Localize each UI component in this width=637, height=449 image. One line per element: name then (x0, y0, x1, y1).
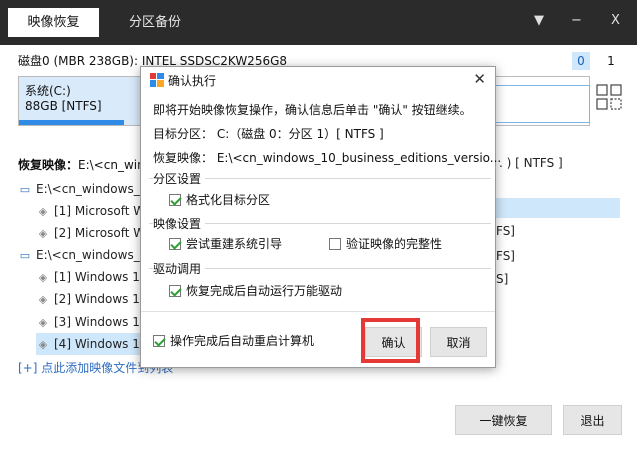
layers-icon: ◈ (38, 338, 48, 351)
disk-number-0[interactable]: 0 (572, 52, 590, 70)
restore-image-label: 恢复映像：E:\<cn_wind (18, 156, 152, 173)
bg-ntfs-text: . ) [ NTFS ] (499, 156, 563, 170)
tree-item-label: [4] Windows 10 (54, 337, 148, 351)
tree-item-label: [2] Windows 10 (54, 292, 148, 306)
minimize-icon[interactable]: − (571, 11, 582, 31)
monitor-icon: ▭ (19, 249, 31, 262)
layers-icon: ◈ (38, 293, 48, 306)
bg-fs-text-1: FS] (496, 224, 515, 238)
rebuild-boot-checkbox[interactable]: 尝试重建系统引导 (169, 237, 282, 251)
one-click-restore-button[interactable]: 一键恢复 (455, 405, 552, 435)
tree-item[interactable]: ◈ [1] Windows 10 (36, 266, 148, 288)
checkbox-checked-icon (153, 335, 165, 347)
dropdown-icon[interactable]: ▼ (534, 11, 544, 31)
checkbox-label: 操作完成后自动重启计算机 (170, 334, 315, 348)
checkbox-checked-icon (169, 238, 181, 250)
checkbox-label: 尝试重建系统引导 (186, 237, 283, 251)
section-image: 映像设置 (149, 215, 491, 232)
section-label: 分区设置 (153, 170, 206, 187)
tree-item[interactable]: ◈ [2] Microsoft W (36, 222, 145, 244)
restore-image-text: 恢复映像： E:\<cn_windows_10_business_edition… (153, 151, 502, 165)
layers-icon: ◈ (38, 205, 48, 218)
tree-item[interactable]: ▭ E:\<cn_windows_10 (18, 178, 155, 200)
title-bar: 映像恢复 分区备份 ▼ − X (0, 0, 637, 45)
checkbox-checked-icon (169, 285, 181, 297)
cancel-button[interactable]: 取消 (430, 327, 487, 357)
tree-item[interactable]: ▭ E:\<cn_windows_10 (18, 244, 155, 266)
disk-number-1[interactable]: 1 (602, 52, 620, 70)
section-label: 驱动调用 (153, 260, 206, 277)
partition-size: 88GB [NTFS] (25, 99, 102, 113)
tree-item[interactable]: ◈ [3] Windows 10 (36, 311, 148, 333)
monitor-icon: ▭ (19, 183, 31, 196)
tab-image-restore[interactable]: 映像恢复 (8, 8, 99, 37)
bg-selected-row (480, 198, 620, 218)
partition-name: 系统(C:) (25, 84, 71, 98)
tree-item[interactable]: ◈ [2] Windows 10 (36, 288, 148, 310)
checkbox-checked-icon (169, 194, 181, 206)
auto-driver-checkbox[interactable]: 恢复完成后自动运行万能驱动 (169, 284, 342, 298)
auto-restart-checkbox[interactable]: 操作完成后自动重启计算机 (153, 334, 314, 348)
verify-image-checkbox[interactable]: 验证映像的完整性 (329, 237, 442, 251)
layers-icon: ◈ (38, 316, 48, 329)
target-partition-text: 目标分区： C:（磁盘 0：分区 1）[ NTFS ] (153, 127, 384, 141)
tree-item[interactable]: ◈ [1] Microsoft W (36, 200, 145, 222)
app-icon (150, 73, 164, 87)
confirm-dialog: 确认执行 ✕ 即将开始映像恢复操作，确认信息后单击 "确认" 按钮继续。 目标分… (140, 66, 501, 368)
tree-item-label: E:\<cn_windows_10 (36, 248, 155, 262)
tree-item-label: [3] Windows 10 (54, 315, 148, 329)
dialog-intro: 即将开始映像恢复操作，确认信息后单击 "确认" 按钮继续。 (153, 103, 472, 117)
bg-fs-text-3: S] (496, 272, 509, 286)
tree-item-label: E:\<cn_windows_10 (36, 182, 155, 196)
tree-item-label: [1] Microsoft W (54, 204, 146, 218)
checkbox-label: 验证映像的完整性 (346, 237, 443, 251)
format-checkbox[interactable]: 格式化目标分区 (169, 193, 270, 207)
section-label: 映像设置 (153, 215, 206, 232)
layers-icon: ◈ (38, 271, 48, 284)
close-window-icon[interactable]: X (611, 11, 620, 31)
partition-usage-bar (19, 120, 124, 125)
checkbox-label: 恢复完成后自动运行万能驱动 (186, 284, 343, 298)
layers-icon: ◈ (38, 227, 48, 240)
exit-button[interactable]: 退出 (563, 405, 622, 435)
divider (141, 311, 495, 312)
tree-item-label: [1] Windows 10 (54, 270, 148, 284)
close-icon[interactable]: ✕ (473, 70, 486, 88)
checkbox-unchecked-icon (329, 238, 341, 250)
layout-grid-icon[interactable] (596, 84, 622, 110)
confirm-highlight-box (361, 318, 420, 363)
tree-item-label: [2] Microsoft W (54, 226, 146, 240)
checkbox-label: 格式化目标分区 (186, 193, 271, 207)
section-partition: 分区设置 (149, 170, 491, 187)
tab-partition-backup[interactable]: 分区备份 (120, 8, 190, 37)
dialog-title: 确认执行 (168, 74, 217, 88)
bg-fs-text-2: FS] (496, 249, 515, 263)
section-driver: 驱动调用 (149, 260, 491, 277)
partition-c[interactable]: 系统(C:) 88GB [NTFS] (19, 77, 144, 125)
restore-label-prefix: 恢复映像： (18, 158, 79, 172)
